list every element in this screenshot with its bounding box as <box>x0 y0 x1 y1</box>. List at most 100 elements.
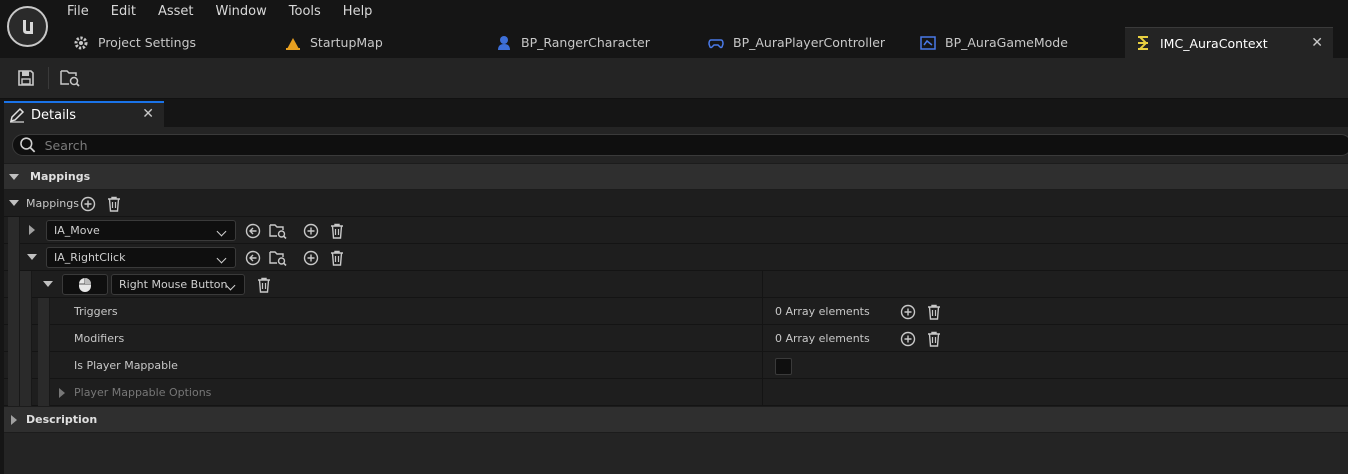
menu-window[interactable]: Window <box>205 0 278 24</box>
gear-icon <box>72 34 90 52</box>
tab-label: BP_AuraGameMode <box>945 35 1068 50</box>
indent-bar <box>38 325 50 352</box>
expand-arrow-icon[interactable] <box>59 388 65 398</box>
menu-help[interactable]: Help <box>332 0 384 24</box>
clear-triggers-button[interactable] <box>925 303 943 321</box>
tab-imc-aura-context[interactable]: IMC_AuraContext ✕ <box>1125 27 1333 58</box>
key-dropdown[interactable]: Right Mouse Button <box>111 274 245 295</box>
tab-bp-ranger-character[interactable]: BP_RangerCharacter <box>495 27 650 58</box>
property-value: 0 Array elements <box>775 331 870 345</box>
search-input[interactable] <box>44 137 1348 153</box>
browse-asset-button[interactable] <box>269 222 287 240</box>
property-value: 0 Array elements <box>775 304 870 318</box>
close-icon[interactable]: ✕ <box>1311 35 1323 51</box>
indent-bar <box>8 298 20 325</box>
property-row-modifiers: Modifiers 0 Array elements <box>4 325 1348 352</box>
tab-project-settings[interactable]: Project Settings <box>72 27 196 58</box>
clear-mappings-button[interactable] <box>105 195 123 213</box>
add-key-button[interactable] <box>302 222 320 240</box>
indent-bar <box>20 325 32 352</box>
property-label: Modifiers <box>74 331 125 345</box>
expand-arrow-icon[interactable] <box>9 173 19 180</box>
level-icon <box>284 34 302 52</box>
expand-arrow-icon[interactable] <box>11 414 17 425</box>
dropdown-value: IA_Move <box>54 224 100 237</box>
add-icon <box>303 223 319 239</box>
arrow-left-circle-icon <box>245 250 261 266</box>
trash-icon <box>928 331 940 347</box>
trash-icon <box>331 250 343 266</box>
indent-bar <box>8 379 20 406</box>
indent-bar <box>38 352 50 379</box>
indent-bar <box>20 379 32 406</box>
tab-label: BP_AuraPlayerController <box>733 35 886 50</box>
save-button[interactable] <box>13 66 39 90</box>
column-divider <box>762 379 763 406</box>
document-tab-bar: Project Settings StartupMap BP_RangerCha… <box>56 27 1348 58</box>
expand-arrow-icon[interactable] <box>29 225 35 235</box>
expand-arrow-icon[interactable] <box>27 254 37 260</box>
indent-bar <box>20 298 32 325</box>
category-label: Description <box>26 413 98 426</box>
column-divider <box>762 352 763 379</box>
add-icon <box>80 196 96 212</box>
dropdown-value: Right Mouse Button <box>119 278 228 291</box>
add-modifier-button[interactable] <box>899 330 917 348</box>
unreal-logo-icon[interactable] <box>7 6 48 47</box>
indent-bar <box>8 271 20 298</box>
expand-arrow-icon[interactable] <box>9 200 19 206</box>
title-bar: File Edit Asset Window Tools Help Projec… <box>0 0 1348 58</box>
input-action-dropdown[interactable]: IA_RightClick <box>46 247 236 268</box>
is-player-mappable-checkbox[interactable] <box>775 358 792 375</box>
remove-key-button[interactable] <box>255 276 273 294</box>
clear-modifiers-button[interactable] <box>925 330 943 348</box>
browse-asset-button[interactable] <box>57 66 83 90</box>
save-icon <box>18 70 34 86</box>
key-selector-button[interactable] <box>62 274 108 295</box>
add-key-button[interactable] <box>302 249 320 267</box>
tab-label: BP_RangerCharacter <box>521 35 650 50</box>
use-selected-button[interactable] <box>244 249 262 267</box>
add-mapping-button[interactable] <box>79 195 97 213</box>
category-description[interactable]: Description <box>4 406 1348 433</box>
key-row-right-mouse-button: Right Mouse Button <box>4 271 1348 298</box>
category-label: Mappings <box>30 170 91 183</box>
tab-bp-aura-game-mode[interactable]: BP_AuraGameMode <box>919 27 1068 58</box>
close-icon[interactable]: ✕ <box>142 106 154 122</box>
remove-mapping-button[interactable] <box>328 249 346 267</box>
browse-asset-button[interactable] <box>269 249 287 267</box>
details-tab[interactable]: Details ✕ <box>4 101 164 127</box>
mappings-label: Mappings <box>26 196 79 210</box>
menu-file[interactable]: File <box>56 0 100 24</box>
add-icon <box>303 250 319 266</box>
mapping-row-ia-move: IA_Move <box>4 217 1348 244</box>
menu-edit[interactable]: Edit <box>100 0 147 24</box>
property-row-triggers: Triggers 0 Array elements <box>4 298 1348 325</box>
expand-arrow-icon[interactable] <box>43 281 53 287</box>
indent-bar <box>8 217 20 244</box>
asset-toolbar <box>0 58 1348 99</box>
remove-mapping-button[interactable] <box>328 222 346 240</box>
dropdown-value: IA_RightClick <box>54 251 126 264</box>
toolbar-divider <box>48 67 49 89</box>
property-label: Player Mappable Options <box>74 385 212 399</box>
category-mappings[interactable]: Mappings <box>4 163 1348 190</box>
trash-icon <box>108 196 120 212</box>
details-panel: Mappings Mappings IA_Move <box>4 127 1348 474</box>
input-action-dropdown[interactable]: IA_Move <box>46 220 236 241</box>
tab-bp-aura-player-controller[interactable]: BP_AuraPlayerController <box>707 27 885 58</box>
menu-asset[interactable]: Asset <box>147 0 205 24</box>
details-tab-label: Details <box>31 107 77 123</box>
add-icon <box>900 304 916 320</box>
chevron-down-icon <box>216 226 227 237</box>
browse-asset-icon <box>60 70 80 87</box>
menu-tools[interactable]: Tools <box>278 0 332 24</box>
arrow-left-circle-icon <box>245 223 261 239</box>
browse-folder-icon <box>269 251 287 266</box>
add-trigger-button[interactable] <box>899 303 917 321</box>
property-row-is-player-mappable: Is Player Mappable <box>4 352 1348 379</box>
tab-startup-map[interactable]: StartupMap <box>284 27 383 58</box>
column-divider <box>762 325 763 352</box>
use-selected-button[interactable] <box>244 222 262 240</box>
indent-bar <box>38 379 50 406</box>
